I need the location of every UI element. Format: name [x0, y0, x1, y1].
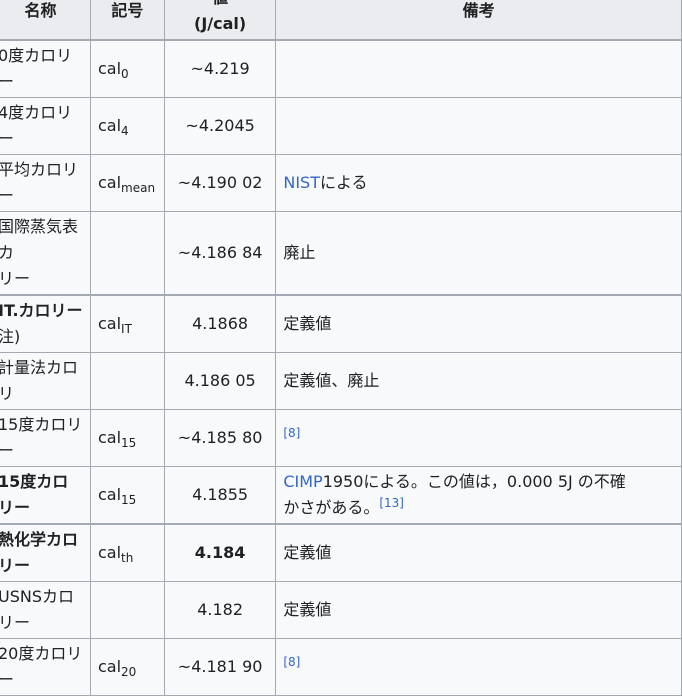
row-symbol: [89, 581, 165, 639]
row-note: 定義値: [275, 523, 682, 582]
table-row: 0度カロリー cal0 ~4.219: [0, 39, 682, 98]
row-note: NISTによる: [275, 154, 682, 212]
row-value: ~4.2045: [163, 97, 277, 155]
row-value: 4.1855: [163, 466, 277, 525]
row-name: USNSカロリー: [0, 581, 91, 639]
reference-link[interactable]: [8]: [283, 655, 300, 669]
row-note: [8]: [275, 638, 682, 696]
table-row: USNSカロリー 4.182 定義値: [0, 581, 682, 639]
row-value: ~4.181 90: [163, 638, 277, 696]
row-value: 4.186 05: [163, 352, 277, 410]
row-name: 4度カロリー: [0, 97, 91, 155]
row-name: 国際蒸気表カ リー: [0, 211, 91, 296]
row-note: 廃止: [275, 211, 682, 296]
row-value: ~4.186 84: [163, 211, 277, 296]
row-name: 計量法カロリ: [0, 352, 91, 410]
row-name: 20度カロリー: [0, 638, 91, 696]
row-value: 4.1868: [163, 294, 277, 353]
row-symbol: calIT: [89, 294, 165, 353]
table-row: 平均カロリー calmean ~4.190 02 NISTによる: [0, 154, 682, 212]
header-row: 名称 記号 値 (J/cal) 備考: [0, 0, 682, 41]
row-symbol: calmean: [89, 154, 165, 212]
row-note: 定義値、廃止: [275, 352, 682, 410]
header-symbol: 記号: [89, 0, 165, 41]
row-name: 15度カロリー: [0, 409, 91, 467]
table-wrapper: 名称 記号 値 (J/cal) 備考 0度カロリー cal0 ~4.219 4度…: [0, 0, 682, 696]
table-row: IT.カロリー 注) calIT 4.1868 定義値: [0, 294, 682, 353]
row-symbol: calth: [89, 523, 165, 582]
row-value: ~4.219: [163, 39, 277, 98]
row-name: IT.カロリー 注): [0, 294, 91, 353]
row-note: [275, 39, 682, 98]
reference-link[interactable]: [13]: [379, 496, 404, 510]
row-value: 4.184: [163, 523, 277, 582]
header-value-unit: (J/cal): [194, 14, 247, 33]
row-note: CIMP1950による。この値は，0.000 5J の不確 かさがある。[13]: [275, 466, 682, 525]
row-symbol: [89, 211, 165, 296]
row-note: 定義値: [275, 581, 682, 639]
table-row: 計量法カロリ 4.186 05 定義値、廃止: [0, 352, 682, 410]
row-value: 4.182: [163, 581, 277, 639]
header-value-label: 値: [172, 0, 268, 11]
table-row: 熱化学カロリー calth 4.184 定義値: [0, 523, 682, 582]
row-note: [8]: [275, 409, 682, 467]
row-symbol: cal15: [89, 409, 165, 467]
table-row: 15度カロリー cal15 ~4.185 80 [8]: [0, 409, 682, 467]
row-symbol: cal0: [89, 39, 165, 98]
table-row: 15度カロリー cal15 4.1855 CIMP1950による。この値は，0.…: [0, 466, 682, 525]
table-row: 4度カロリー cal4 ~4.2045: [0, 97, 682, 155]
header-note: 備考: [275, 0, 682, 41]
reference-link[interactable]: [8]: [283, 426, 300, 440]
row-note: [275, 97, 682, 155]
row-symbol: cal15: [89, 466, 165, 525]
header-name: 名称: [0, 0, 91, 41]
row-symbol: cal20: [89, 638, 165, 696]
row-note: 定義値: [275, 294, 682, 353]
row-symbol: [89, 352, 165, 410]
table-row: 20度カロリー cal20 ~4.181 90 [8]: [0, 638, 682, 696]
nist-link[interactable]: NIST: [283, 173, 320, 192]
row-name: 熱化学カロリー: [0, 523, 91, 582]
row-name: 15度カロリー: [0, 466, 91, 525]
row-name: 0度カロリー: [0, 39, 91, 98]
calorie-table: 名称 記号 値 (J/cal) 備考 0度カロリー cal0 ~4.219 4度…: [0, 0, 682, 696]
row-value: ~4.190 02: [163, 154, 277, 212]
header-value: 値 (J/cal): [163, 0, 277, 41]
table-row: 国際蒸気表カ リー ~4.186 84 廃止: [0, 211, 682, 296]
row-name: 平均カロリー: [0, 154, 91, 212]
row-value: ~4.185 80: [163, 409, 277, 467]
cimp-link[interactable]: CIMP: [283, 472, 322, 491]
row-symbol: cal4: [89, 97, 165, 155]
